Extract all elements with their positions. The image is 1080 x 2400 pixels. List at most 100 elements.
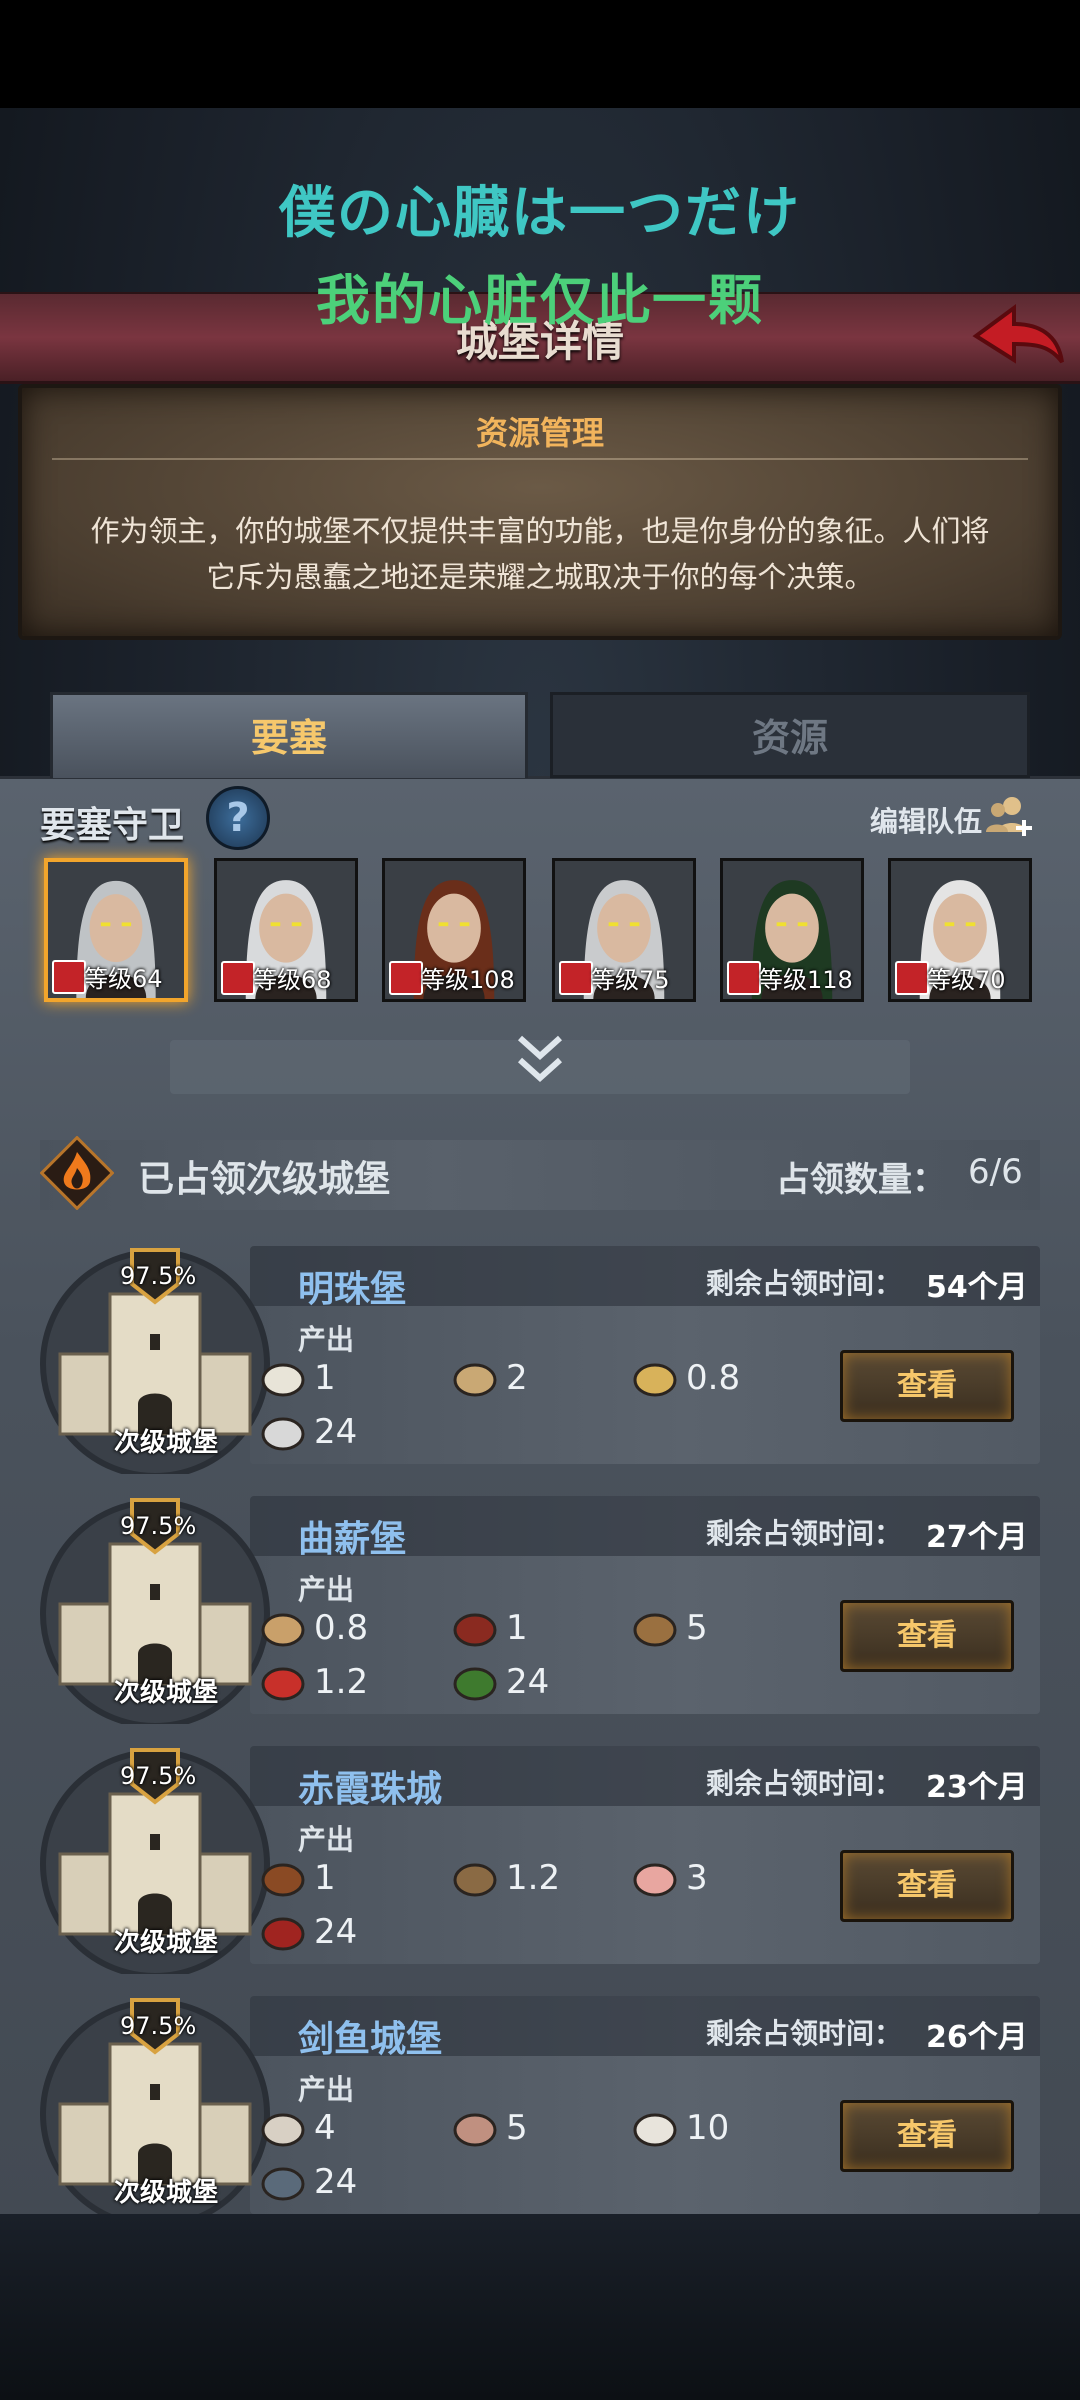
tab-fortress[interactable]: 要塞 <box>50 692 528 778</box>
occupied-count: 6/6 <box>968 1152 1023 1192</box>
class-badge-icon <box>559 961 593 995</box>
info-body: 作为领主，你的城堡不仅提供丰富的功能，也是你身份的象征。人们将 它斥为愚蠢之地还… <box>72 508 1008 600</box>
castle-row: 97.5% 次级城堡 赤霞珠城 剩余占领时间： 23个月 产出 1 1.2 3 24 查看 <box>40 1744 1040 1978</box>
info-parchment: 资源管理 作为领主，你的城堡不仅提供丰富的功能，也是你身份的象征。人们将 它斥为… <box>18 384 1062 640</box>
fish-icon <box>453 2113 497 2147</box>
hero-portrait[interactable]: 等级68 <box>214 858 358 1002</box>
resource-value: 24 <box>314 2162 358 2202</box>
sack-icon <box>453 1363 497 1397</box>
resource-value: 1 <box>314 1858 336 1898</box>
hero-portrait[interactable]: 等级118 <box>720 858 864 1002</box>
planks-icon <box>633 1613 677 1647</box>
resource-value: 5 <box>686 1608 708 1648</box>
add-team-icon[interactable] <box>982 792 1034 844</box>
timber-icon <box>453 1613 497 1647</box>
remaining-time-value: 27个月 <box>926 1520 1028 1555</box>
resource-value: 1.2 <box>506 1858 561 1898</box>
remaining-time-value: 26个月 <box>926 2020 1028 2055</box>
edit-team-button[interactable]: 编辑队伍 <box>870 800 982 840</box>
class-badge-icon <box>221 961 255 995</box>
remaining-time-value: 23个月 <box>926 1770 1028 1805</box>
occupied-count-label: 占领数量： <box>776 1160 946 1200</box>
view-button[interactable]: 查看 <box>840 2100 1014 2172</box>
back-arrow-icon[interactable] <box>966 298 1066 378</box>
hero-level: 等级68 <box>253 966 332 994</box>
view-button[interactable]: 查看 <box>840 1850 1014 1922</box>
tree-banner-icon <box>453 1667 497 1701</box>
remaining-time-label: 剩余占领时间： <box>706 2017 903 2050</box>
goblet-icon <box>633 1363 677 1397</box>
class-badge-icon <box>727 961 761 995</box>
resource-value: 1 <box>506 1608 528 1648</box>
resource-value: 24 <box>506 1662 550 1702</box>
oyster-icon <box>261 2113 305 2147</box>
resource-value: 0.8 <box>686 1358 741 1398</box>
castle-type: 次级城堡 <box>114 1428 219 1458</box>
hero-level: 等级118 <box>759 966 853 994</box>
hero-level: 等级70 <box>927 966 1006 994</box>
resource-value: 1.2 <box>314 1662 369 1702</box>
remaining-time-label: 剩余占领时间： <box>706 1767 903 1800</box>
bottom-area <box>0 2214 1080 2400</box>
class-badge-icon <box>389 961 423 995</box>
castle-row: 97.5% 次级城堡 剑鱼城堡 剩余占领时间： 26个月 产出 4 5 10 24 查看 <box>40 1994 1040 2228</box>
berries-icon <box>261 1667 305 1701</box>
pig-icon <box>633 1863 677 1897</box>
resource-value: 3 <box>686 1858 708 1898</box>
pearl-pile-icon <box>261 1363 305 1397</box>
resource-value: 24 <box>314 1412 358 1452</box>
castle-percent: 97.5% <box>120 1512 197 1540</box>
cow-icon <box>261 1863 305 1897</box>
chevron-down-icon[interactable] <box>514 1032 566 1088</box>
castle-type: 次级城堡 <box>114 2178 219 2208</box>
class-badge-icon <box>52 960 86 994</box>
banner-icon <box>261 1417 305 1451</box>
class-badge-icon <box>895 961 929 995</box>
status-bar <box>0 0 1080 108</box>
resource-value: 4 <box>314 2108 336 2148</box>
castle-percent: 97.5% <box>120 1262 197 1290</box>
tab-bar: 要塞 资源 <box>50 692 1030 778</box>
hero-portrait[interactable]: 等级75 <box>552 858 696 1002</box>
caption-japanese: 僕の心臓は一つだけ <box>279 181 801 246</box>
hero-portrait[interactable]: 等级64 <box>44 858 188 1002</box>
resource-value: 24 <box>314 1912 358 1952</box>
castle-row: 97.5% 次级城堡 曲薪堡 剩余占领时间： 27个月 产出 0.8 1 5 1.2 24 查看 <box>40 1494 1040 1728</box>
resource-value: 5 <box>506 2108 528 2148</box>
resource-value: 1 <box>314 1358 336 1398</box>
view-button[interactable]: 查看 <box>840 1350 1014 1422</box>
fire-emblem-icon <box>40 1136 114 1210</box>
remaining-time-label: 剩余占领时间： <box>706 1517 903 1550</box>
tab-resources[interactable]: 资源 <box>550 692 1030 778</box>
info-body-line: 它斥为愚蠢之地还是荣耀之城取决于你的每个决策。 <box>206 560 874 594</box>
hero-portrait[interactable]: 等级70 <box>888 858 1032 1002</box>
salt-icon <box>633 2113 677 2147</box>
castle-type: 次级城堡 <box>114 1928 219 1958</box>
castle-row: 97.5% 次级城堡 明珠堡 剩余占领时间： 54个月 产出 1 2 0.8 24 查看 <box>40 1244 1040 1478</box>
guards-label: 要塞守卫 <box>40 805 185 846</box>
castle-name[interactable]: 剑鱼城堡 <box>298 2010 442 2062</box>
castle-name[interactable]: 曲薪堡 <box>298 1510 406 1562</box>
info-body-line: 作为领主，你的城堡不仅提供丰富的功能，也是你身份的象征。人们将 <box>90 514 990 548</box>
castle-type: 次级城堡 <box>114 1678 219 1708</box>
castle-percent: 97.5% <box>120 1762 197 1790</box>
info-divider <box>52 458 1028 460</box>
remaining-time-value: 54个月 <box>926 1270 1028 1305</box>
resource-value: 2 <box>506 1358 528 1398</box>
red-banner-icon <box>261 1917 305 1951</box>
resource-value: 10 <box>686 2108 730 2148</box>
hero-level: 等级75 <box>591 966 670 994</box>
help-icon[interactable]: ? <box>206 786 270 850</box>
log-icon <box>261 1613 305 1647</box>
view-button[interactable]: 查看 <box>840 1600 1014 1672</box>
occupied-title: 已占领次级城堡 <box>138 1159 391 1200</box>
caption-chinese: 我的心脏仅此一颗 <box>316 269 764 332</box>
hero-portrait[interactable]: 等级108 <box>382 858 526 1002</box>
castle-name[interactable]: 明珠堡 <box>298 1260 406 1312</box>
castle-name[interactable]: 赤霞珠城 <box>298 1760 442 1812</box>
resource-value: 0.8 <box>314 1608 369 1648</box>
fish-banner-icon <box>261 2167 305 2201</box>
horse-icon <box>453 1863 497 1897</box>
info-title: 资源管理 <box>475 414 604 452</box>
hero-level: 等级108 <box>421 966 515 994</box>
